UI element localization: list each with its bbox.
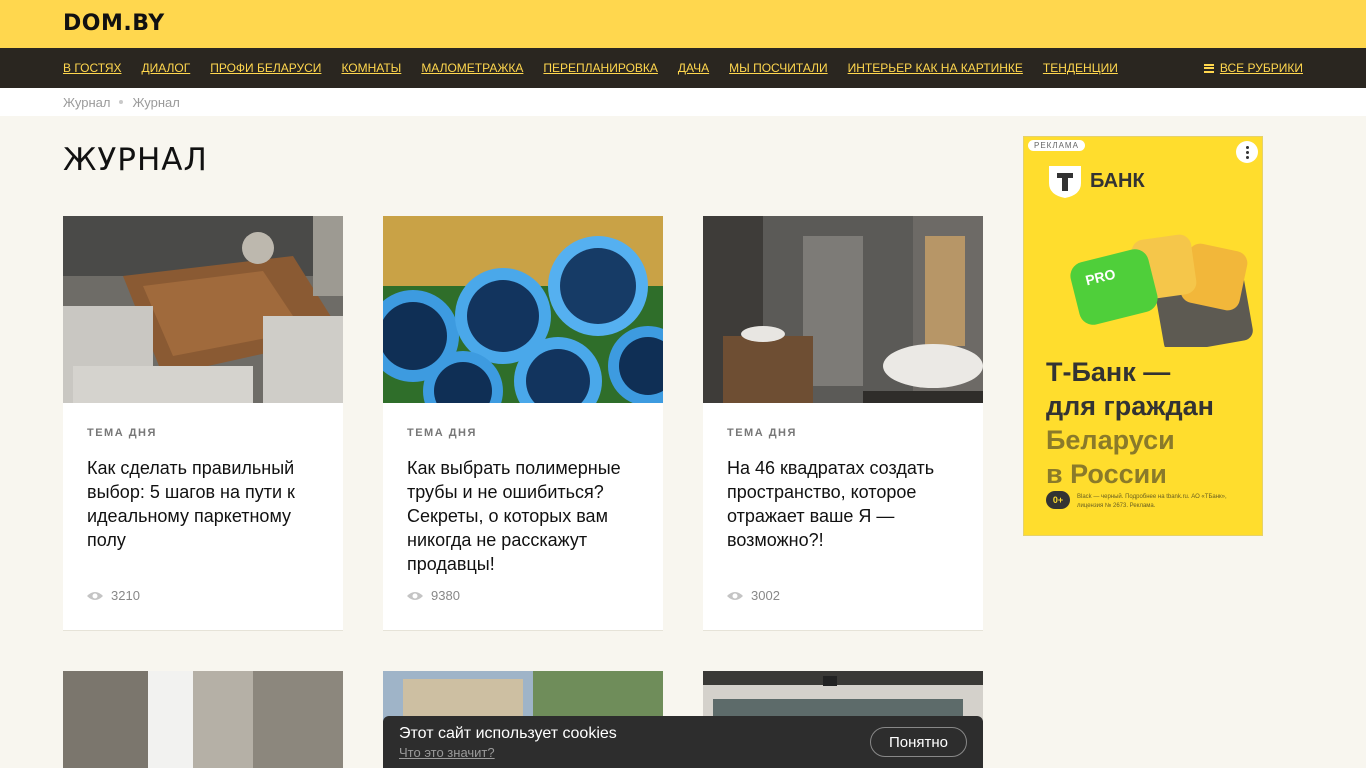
nav-list: В ГОСТЯХ ДИАЛОГ ПРОФИ БЕЛАРУСИ КОМНАТЫ М…	[63, 48, 1138, 88]
menu-icon	[1203, 63, 1214, 73]
article-title[interactable]: Как сделать правильный выбор: 5 шагов на…	[87, 456, 327, 552]
article-card[interactable]: ТЕМА ДНЯ Как выбрать полимерные трубы и …	[383, 216, 663, 631]
article-title[interactable]: На 46 квадратах создать пространство, ко…	[727, 456, 967, 552]
nav-item-interer[interactable]: ИНТЕРЬЕР КАК НА КАРТИНКЕ	[848, 61, 1023, 75]
shield-icon	[1049, 166, 1081, 198]
views-count: 3210	[111, 588, 140, 603]
ad-banner[interactable]: РЕКЛАМА БАНК PRO Т-Банк — для граждан Бе…	[1023, 136, 1263, 536]
views-count: 3002	[751, 588, 780, 603]
ad-cards-illustration: PRO	[1070, 234, 1253, 347]
article-tag: ТЕМА ДНЯ	[727, 427, 797, 439]
breadcrumb-bar: Журнал Журнал	[0, 88, 1366, 116]
cookie-info-link[interactable]: Что это значит?	[399, 745, 495, 760]
article-tag: ТЕМА ДНЯ	[87, 427, 157, 439]
eye-icon	[407, 591, 423, 600]
nav-item-komnaty[interactable]: КОМНАТЫ	[341, 61, 401, 75]
header-bar: DOM.BY	[0, 0, 1366, 48]
cookie-accept-button[interactable]: Понятно	[870, 727, 967, 757]
article-card[interactable]: ТЕМА ДНЯ На 46 квадратах создать простра…	[703, 216, 983, 631]
cookie-text: Этот сайт использует cookies	[399, 725, 617, 742]
nav-item-malometrazhka[interactable]: МАЛОМЕТРАЖКА	[421, 61, 523, 75]
eye-icon	[87, 591, 103, 600]
all-rubrics-label: ВСЕ РУБРИКИ	[1219, 61, 1303, 75]
article-title[interactable]: Как выбрать полимерные трубы и не ошибит…	[407, 456, 647, 576]
breadcrumb-separator	[119, 100, 124, 104]
nav-item-v-gostyah[interactable]: В ГОСТЯХ	[63, 61, 122, 75]
article-tag: ТЕМА ДНЯ	[407, 427, 477, 439]
article-card[interactable]: ТЕМА ДНЯ Как сделать правильный выбор: 5…	[63, 216, 343, 631]
nav-item-dacha[interactable]: ДАЧА	[678, 61, 709, 75]
article-views: 9380	[407, 588, 460, 603]
all-rubrics-button[interactable]: ВСЕ РУБРИКИ	[1203, 48, 1303, 88]
age-rating: 0+	[1046, 491, 1070, 509]
article-views: 3210	[87, 588, 140, 603]
main-nav: В ГОСТЯХ ДИАЛОГ ПРОФИ БЕЛАРУСИ КОМНАТЫ М…	[0, 48, 1366, 88]
nav-item-dialog[interactable]: ДИАЛОГ	[142, 61, 191, 75]
ad-brand: БАНК	[1090, 170, 1145, 192]
ad-fine-print: Black — черный. Подробнее на tbank.ru. А…	[1077, 494, 1227, 509]
breadcrumb-item[interactable]: Журнал	[63, 95, 110, 110]
article-image-living-room[interactable]	[63, 216, 343, 403]
article-views: 3002	[727, 588, 780, 603]
nav-item-pereplanirovka[interactable]: ПЕРЕПЛАНИРОВКА	[543, 61, 658, 75]
article-image-curtains[interactable]	[63, 671, 343, 768]
more-options-icon[interactable]	[1236, 141, 1258, 163]
site-logo[interactable]: DOM.BY	[63, 11, 165, 36]
page-title: ЖУРНАЛ	[63, 142, 208, 178]
cookie-banner: Этот сайт использует cookies Что это зна…	[383, 716, 983, 768]
eye-icon	[727, 591, 743, 600]
article-image-pipes[interactable]	[383, 216, 663, 403]
nav-item-profi[interactable]: ПРОФИ БЕЛАРУСИ	[210, 61, 321, 75]
views-count: 9380	[431, 588, 460, 603]
nav-item-tendencii[interactable]: ТЕНДЕНЦИИ	[1043, 61, 1118, 75]
nav-item-my-poschitali[interactable]: МЫ ПОСЧИТАЛИ	[729, 61, 828, 75]
breadcrumb: Журнал Журнал	[63, 88, 180, 116]
article-image-bathroom[interactable]	[703, 216, 983, 403]
ad-badge: РЕКЛАМА	[1028, 140, 1085, 151]
breadcrumb-item-current: Журнал	[132, 94, 180, 110]
ad-headline: Т-Банк — для граждан Беларуси в России	[1046, 357, 1214, 489]
